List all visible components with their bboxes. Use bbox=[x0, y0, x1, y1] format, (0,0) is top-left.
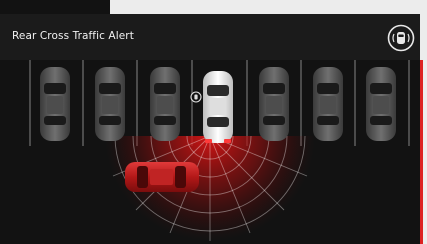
parked-car bbox=[95, 67, 125, 141]
parked-car bbox=[40, 67, 70, 141]
window-edge bbox=[420, 0, 427, 244]
rcta-display: Rear Cross Traffic Alert bbox=[0, 0, 420, 244]
window-background bbox=[110, 0, 427, 14]
page-title: Rear Cross Traffic Alert bbox=[12, 30, 134, 42]
parked-car bbox=[313, 67, 343, 141]
parked-car bbox=[259, 67, 289, 141]
own-vehicle bbox=[203, 71, 233, 143]
rear-sensor-car-icon[interactable] bbox=[387, 24, 415, 52]
crossing-vehicle bbox=[125, 162, 199, 192]
sensor-marker-icon bbox=[190, 91, 202, 103]
parked-car bbox=[366, 67, 396, 141]
parking-scene bbox=[0, 60, 420, 244]
accent-divider bbox=[420, 60, 423, 244]
parked-car bbox=[150, 67, 180, 141]
